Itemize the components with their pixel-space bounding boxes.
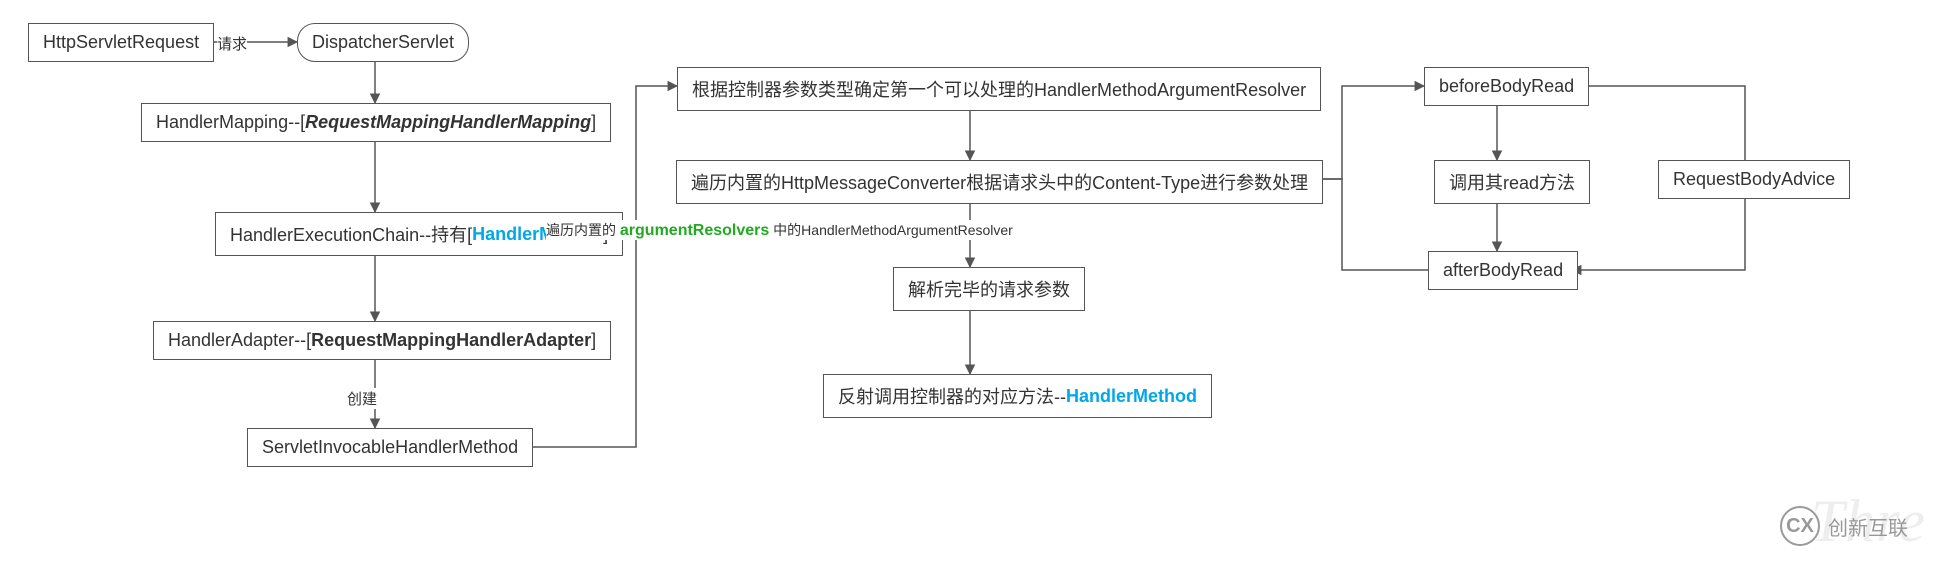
label-pre: 遍历内置的 xyxy=(546,222,616,238)
node-handler-mapping: HandlerMapping--[ RequestMappingHandlerM… xyxy=(141,103,611,142)
label-post: 中的HandlerMethodArgumentResolver xyxy=(773,222,1013,238)
node-invoke-controller: 反射调用控制器的对应方法-- HandlerMethod xyxy=(823,374,1212,418)
node-message-converter: 遍历内置的HttpMessageConverter根据请求头中的Content-… xyxy=(676,160,1323,204)
label-post: ] xyxy=(591,330,596,351)
label: beforeBodyRead xyxy=(1439,76,1574,97)
label: RequestBodyAdvice xyxy=(1673,169,1835,190)
label-green: argumentResolvers xyxy=(620,222,769,239)
label-em: RequestMappingHandlerMapping xyxy=(305,112,591,133)
edge-label-traverse: 遍历内置的 argumentResolvers 中的HandlerMethodA… xyxy=(546,220,1013,240)
node-before-body-read: beforeBodyRead xyxy=(1424,67,1589,106)
watermark: CX 创新互联 xyxy=(1780,506,1908,546)
edge-label-request: 请求 xyxy=(217,33,247,54)
node-request-body-advice: RequestBodyAdvice xyxy=(1658,160,1850,199)
node-resolver-pick: 根据控制器参数类型确定第一个可以处理的HandlerMethodArgument… xyxy=(677,67,1321,111)
node-call-read: 调用其read方法 xyxy=(1434,160,1590,204)
label-post: ] xyxy=(591,112,596,133)
label-blue: HandlerMethod xyxy=(1066,386,1197,407)
label: 根据控制器参数类型确定第一个可以处理的HandlerMethodArgument… xyxy=(692,76,1306,102)
label: HttpServletRequest xyxy=(43,32,199,53)
label-pre: HandlerAdapter--[ xyxy=(168,330,311,351)
label: 调用其read方法 xyxy=(1449,169,1575,195)
label-pre: HandlerExecutionChain--持有[ xyxy=(230,221,472,247)
label: afterBodyRead xyxy=(1443,260,1563,281)
node-handler-adapter: HandlerAdapter--[ RequestMappingHandlerA… xyxy=(153,321,611,360)
node-dispatcher-servlet: DispatcherServlet xyxy=(297,23,469,62)
watermark-logo-icon: CX xyxy=(1780,506,1820,546)
label: 解析完毕的请求参数 xyxy=(908,276,1070,302)
node-after-body-read: afterBodyRead xyxy=(1428,251,1578,290)
node-parsed-params: 解析完毕的请求参数 xyxy=(893,267,1085,311)
watermark-text: 创新互联 xyxy=(1828,512,1908,541)
label-pre: 反射调用控制器的对应方法-- xyxy=(838,383,1066,409)
label: 遍历内置的HttpMessageConverter根据请求头中的Content-… xyxy=(691,169,1308,195)
node-http-servlet-request: HttpServletRequest xyxy=(28,23,214,62)
label: ServletInvocableHandlerMethod xyxy=(262,437,518,458)
node-servlet-invocable-handler-method: ServletInvocableHandlerMethod xyxy=(247,428,533,467)
label-pre: HandlerMapping--[ xyxy=(156,112,305,133)
label: DispatcherServlet xyxy=(312,32,454,53)
edge-label-create: 创建 xyxy=(347,388,377,409)
label-bold: RequestMappingHandlerAdapter xyxy=(311,330,591,351)
